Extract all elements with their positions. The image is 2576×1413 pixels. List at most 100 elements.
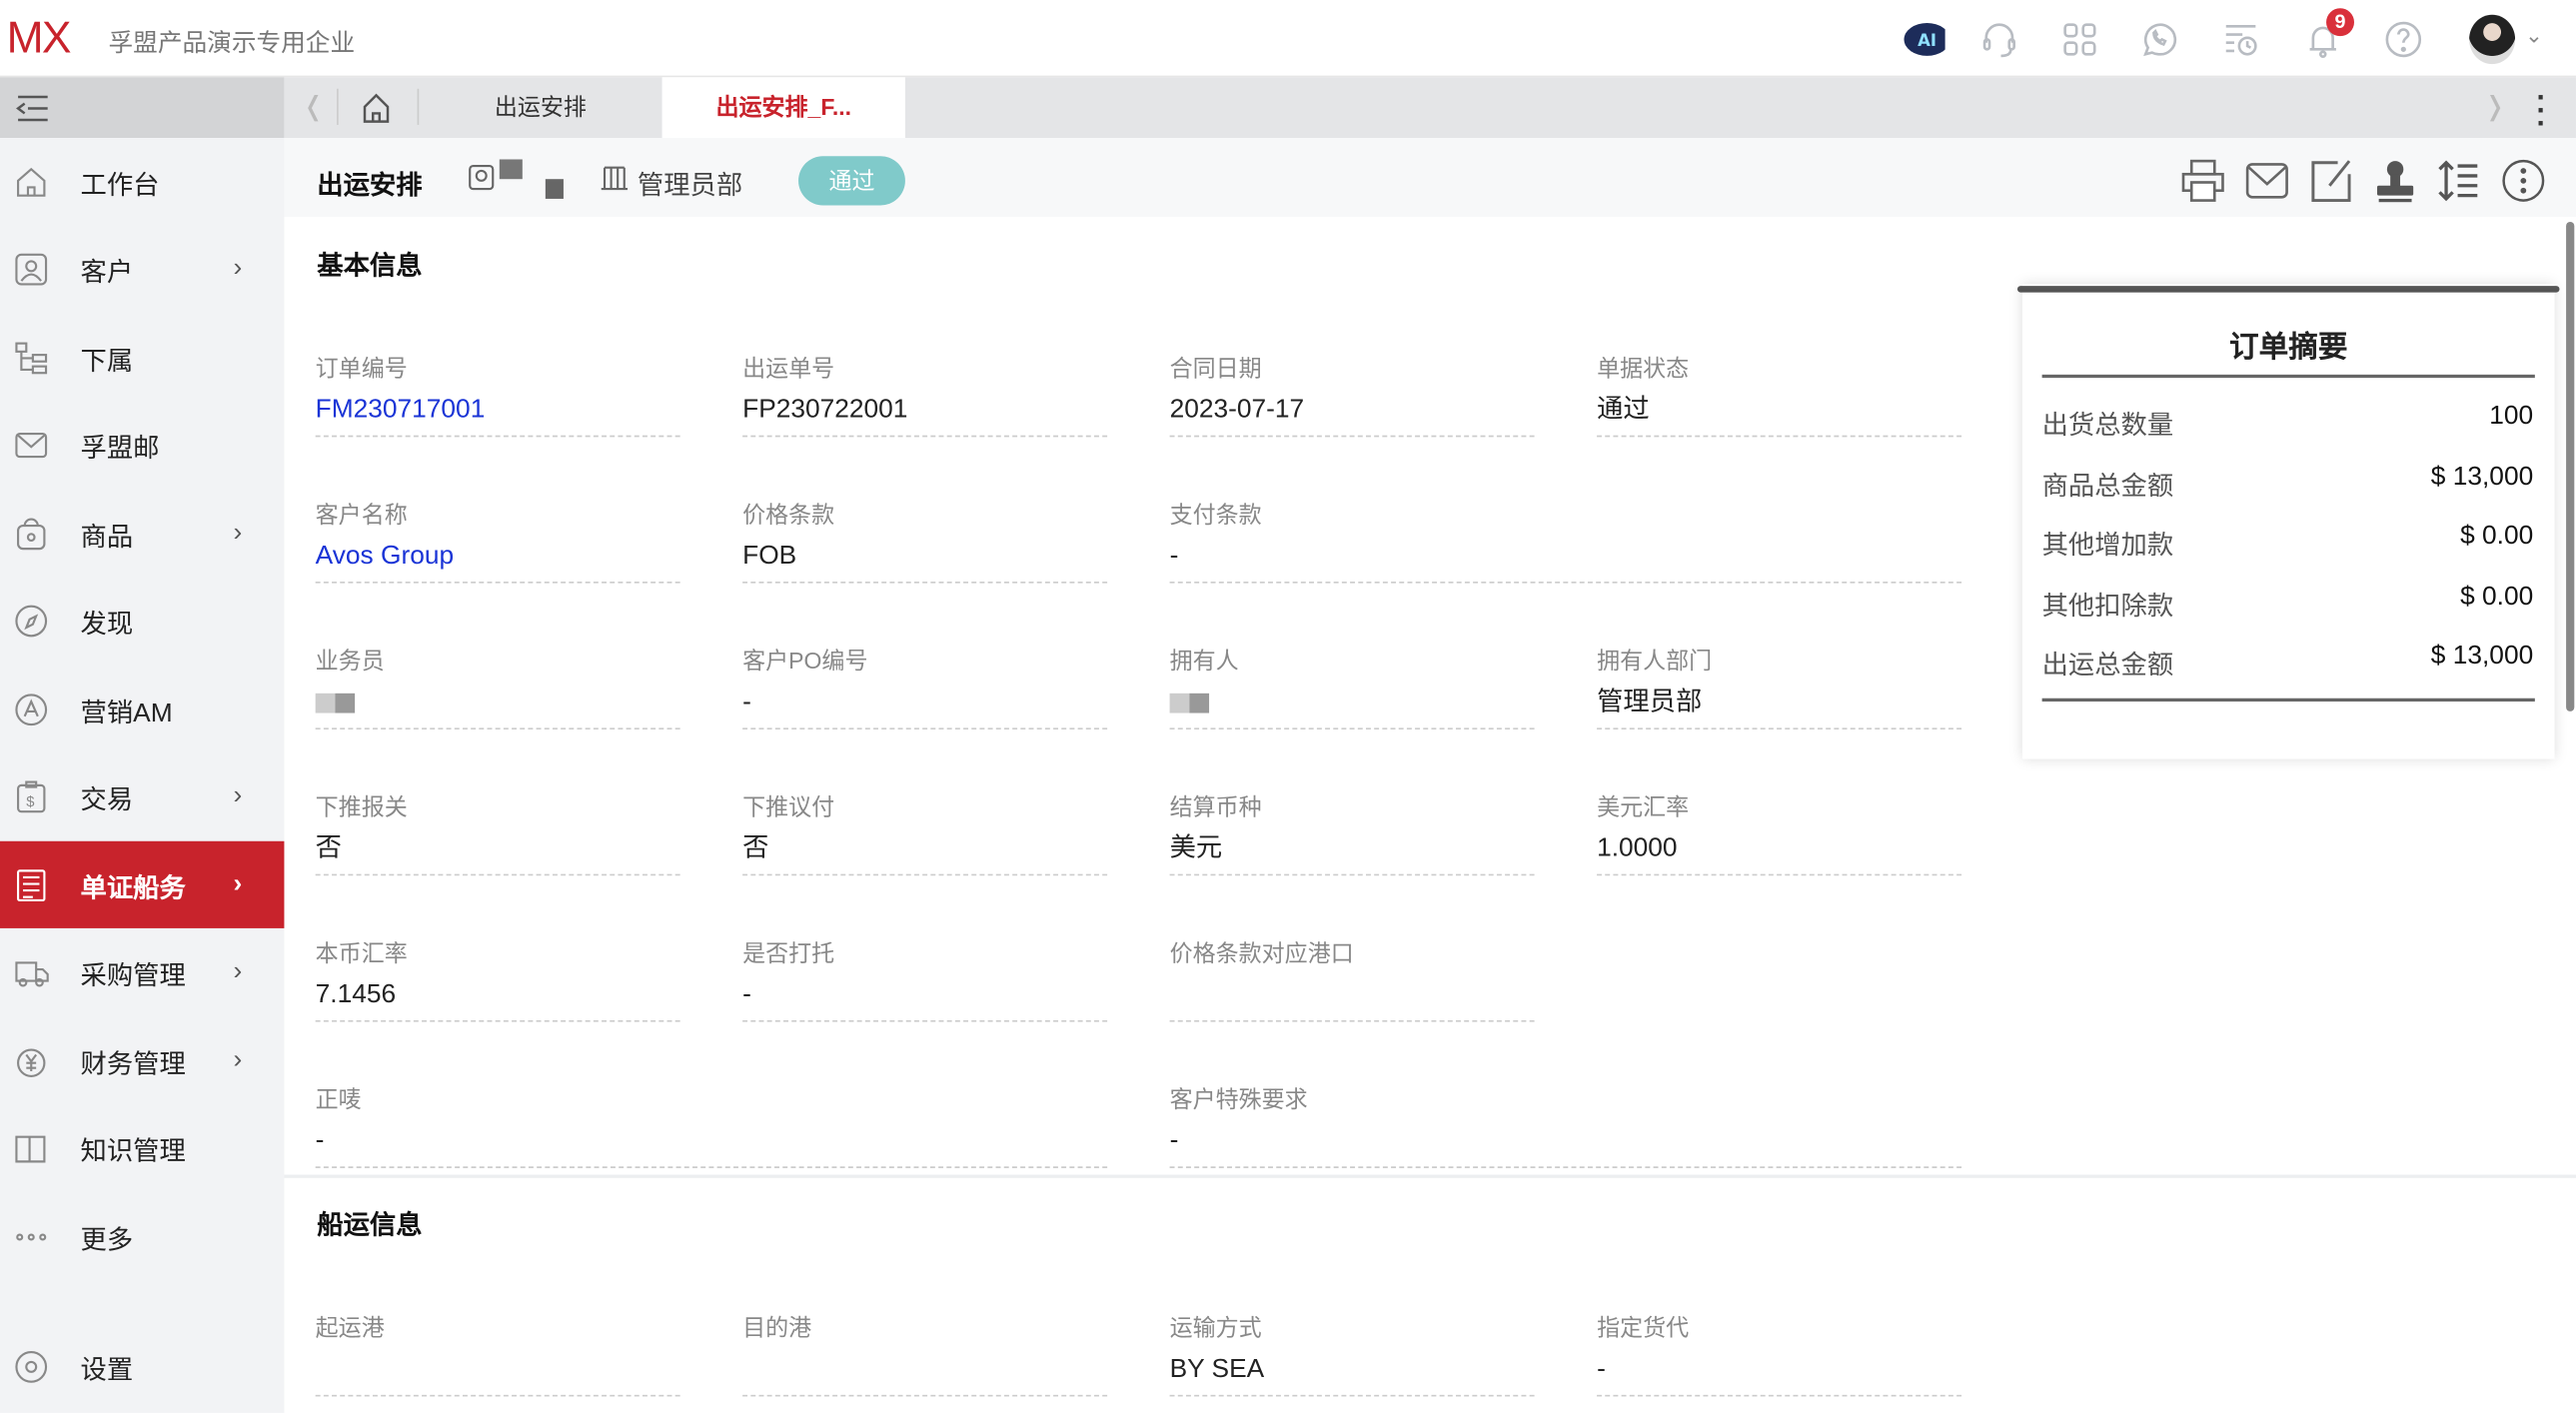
summary-row: 出货总数量100 <box>2042 403 2534 442</box>
field-label: 下推议付 <box>742 790 1107 823</box>
form-field: 支付条款- <box>1170 498 1961 583</box>
logo[interactable]: MX <box>7 13 70 64</box>
form-field: 是否打托- <box>742 936 1107 1021</box>
chevron-right-icon: › <box>233 1045 242 1075</box>
scrollbar[interactable] <box>2566 222 2574 711</box>
field-underline <box>1170 727 1535 729</box>
field-label: 支付条款 <box>1170 498 1961 531</box>
sidebar-item-9[interactable]: 采购管理› <box>0 929 284 1016</box>
form-field: 正唛- <box>316 1082 1107 1167</box>
apps-icon[interactable] <box>2058 18 2101 61</box>
summary-label: 出运总金额 <box>2042 643 2174 682</box>
tab-forward-icon[interactable]: ❭ <box>2484 90 2506 123</box>
headset-icon[interactable] <box>1977 18 2020 61</box>
sidebar-item-3[interactable]: 孚盟邮 <box>0 402 284 489</box>
field-underline <box>316 874 680 876</box>
svg-text:AI: AI <box>1918 31 1936 50</box>
field-underline <box>742 874 1107 876</box>
field-value[interactable]: Avos Group <box>316 538 680 577</box>
more-options-icon[interactable] <box>2500 158 2546 204</box>
line-spacing-icon[interactable] <box>2436 158 2482 204</box>
sidebar-collapse-button[interactable] <box>0 77 284 138</box>
tab-more-icon[interactable]: ··· <box>2536 90 2546 129</box>
chevron-right-icon: › <box>233 870 242 900</box>
field-label: 指定货代 <box>1597 1311 1961 1344</box>
home-icon <box>13 164 49 200</box>
tab-shipment-list[interactable]: 出运安排 <box>460 77 621 138</box>
field-underline <box>316 436 680 438</box>
field-value: - <box>1170 1122 1961 1161</box>
field-underline <box>316 582 680 584</box>
form-field: 运输方式BY SEA <box>1170 1311 1535 1396</box>
tab-back-icon[interactable]: ❬ <box>303 90 325 123</box>
tab-shipment-detail[interactable]: 出运安排_F... <box>662 77 905 138</box>
field-value[interactable]: FM230717001 <box>316 391 680 430</box>
field-value <box>316 1350 680 1389</box>
whatsapp-icon[interactable] <box>2137 18 2180 61</box>
sidebar-item-label: 客户 <box>81 250 134 289</box>
summary-label: 其他扣除款 <box>2042 583 2174 622</box>
field-value: 否 <box>316 829 680 868</box>
field-value: FP230722001 <box>742 391 1107 430</box>
summary-label: 商品总金额 <box>2042 463 2174 502</box>
notification-badge: 9 <box>2326 8 2354 36</box>
sidebar-item-label: 交易 <box>81 777 134 816</box>
document-icon <box>13 866 49 902</box>
sidebar-item-2[interactable]: 下属 <box>0 314 284 401</box>
form-field: 业务员 <box>316 644 680 728</box>
sidebar-item-1[interactable]: 客户 › <box>0 226 284 313</box>
field-underline <box>316 727 680 729</box>
tree-icon <box>13 340 49 376</box>
form-field: 结算币种美元 <box>1170 790 1535 875</box>
sidebar-item-4[interactable]: 商品› <box>0 490 284 577</box>
field-value: FOB <box>742 538 1107 577</box>
sidebar-item-6[interactable]: 营销AM <box>0 666 284 752</box>
sidebar-item-8[interactable]: 单证船务› <box>0 841 284 928</box>
sidebar-item-12[interactable]: 更多 <box>0 1193 284 1280</box>
avatar[interactable] <box>2469 15 2515 64</box>
divider <box>337 89 339 125</box>
summary-label: 出货总数量 <box>2042 403 2174 442</box>
field-value: 美元 <box>1170 829 1535 868</box>
divider <box>418 89 420 125</box>
form-field: 价格条款FOB <box>742 498 1107 583</box>
field-underline <box>742 436 1107 438</box>
sidebar-item-13[interactable]: 设置 <box>0 1323 284 1410</box>
print-icon[interactable] <box>2180 158 2226 204</box>
history-icon[interactable] <box>2219 18 2262 61</box>
field-underline <box>316 1166 1107 1168</box>
sidebar-item-5[interactable]: 发现 <box>0 578 284 665</box>
sidebar-item-10[interactable]: 财务管理› <box>0 1017 284 1104</box>
field-underline <box>1170 436 1535 438</box>
form-field: 美元汇率1.0000 <box>1597 790 1961 875</box>
edit-icon[interactable] <box>2308 158 2354 204</box>
sidebar-item-label: 工作台 <box>81 162 160 201</box>
sidebar-item-0[interactable]: 工作台 <box>0 138 284 225</box>
sidebar-item-label: 设置 <box>81 1346 134 1385</box>
field-label: 美元汇率 <box>1597 790 1961 823</box>
field-label: 目的港 <box>742 1311 1107 1344</box>
home-tab-icon[interactable] <box>360 92 393 133</box>
field-label: 客户名称 <box>316 498 680 531</box>
form-field: 本币汇率7.1456 <box>316 936 680 1021</box>
order-summary-card: 订单摘要 出货总数量100商品总金额$ 13,000其他增加款$ 0.00其他扣… <box>2022 284 2555 758</box>
divider <box>2042 699 2535 701</box>
section-title-basic: 基本信息 <box>317 243 422 282</box>
chevron-right-icon: › <box>233 255 242 285</box>
form-field: 目的港 <box>742 1311 1107 1396</box>
sidebar-item-7[interactable]: $交易› <box>0 753 284 840</box>
field-label: 起运港 <box>316 1311 680 1344</box>
field-label: 出运单号 <box>742 352 1107 385</box>
field-value: 7.1456 <box>316 976 680 1015</box>
stamp-icon[interactable] <box>2372 158 2418 204</box>
ai-icon[interactable]: AI <box>1903 18 1945 61</box>
field-label: 业务员 <box>316 644 680 677</box>
field-underline <box>316 1020 680 1022</box>
dollar-doc-icon: $ <box>13 778 49 814</box>
chevron-down-icon[interactable]: ⌄ <box>2525 23 2543 49</box>
status-badge: 通过 <box>798 156 905 205</box>
help-icon[interactable] <box>2382 18 2425 61</box>
sidebar-item-11[interactable]: 知识管理 <box>0 1105 284 1192</box>
email-icon[interactable] <box>2244 158 2290 204</box>
field-value: 通过 <box>1597 391 1961 430</box>
